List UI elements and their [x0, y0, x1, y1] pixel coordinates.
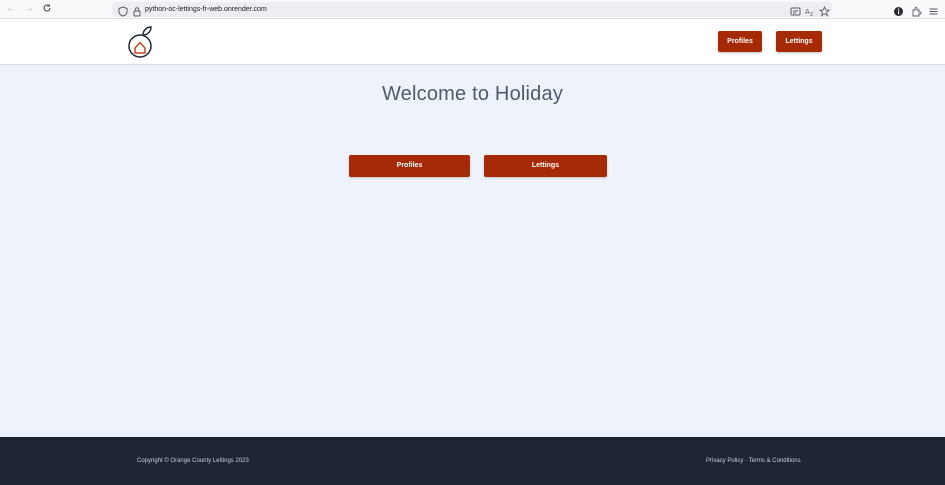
- translate-icon[interactable]: Az: [805, 4, 816, 18]
- page-title: Welcome to Holiday: [381, 83, 564, 105]
- copyright-text: Copyright © Orange County Lettings 2023: [137, 458, 249, 464]
- info-icon[interactable]: [893, 4, 904, 16]
- nav-lettings-button[interactable]: Lettings: [776, 31, 822, 52]
- reload-icon[interactable]: [41, 3, 53, 15]
- browser-toolbar: ← → python-oc-lettings-fr-web.onrender.c…: [0, 0, 945, 19]
- forward-arrow-icon[interactable]: →: [23, 3, 35, 15]
- menu-icon[interactable]: [928, 4, 939, 15]
- site-footer: Copyright © Orange County Lettings 2023 …: [0, 437, 945, 485]
- site-header: Profiles Lettings: [0, 19, 945, 65]
- bookmark-star-icon[interactable]: [818, 4, 831, 17]
- address-bar[interactable]: python-oc-lettings-fr-web.onrender.com A…: [112, 2, 832, 18]
- privacy-policy-link[interactable]: Privacy Policy: [706, 458, 743, 464]
- url-text[interactable]: python-oc-lettings-fr-web.onrender.com: [145, 4, 267, 15]
- lettings-button[interactable]: Lettings: [484, 155, 607, 177]
- nav-profiles-button[interactable]: Profiles: [718, 31, 762, 52]
- lock-icon[interactable]: [132, 4, 142, 17]
- shield-icon[interactable]: [118, 4, 128, 17]
- reader-view-icon[interactable]: [790, 4, 801, 16]
- svg-text:z: z: [810, 11, 813, 17]
- terms-conditions-link[interactable]: Terms & Conditions: [749, 458, 801, 464]
- back-arrow-icon[interactable]: ←: [5, 3, 17, 15]
- orange-house-logo[interactable]: [127, 25, 155, 59]
- profiles-button[interactable]: Profiles: [349, 155, 470, 177]
- extensions-icon[interactable]: [911, 4, 922, 17]
- footer-links: Privacy Policy · Terms & Conditions: [706, 458, 801, 464]
